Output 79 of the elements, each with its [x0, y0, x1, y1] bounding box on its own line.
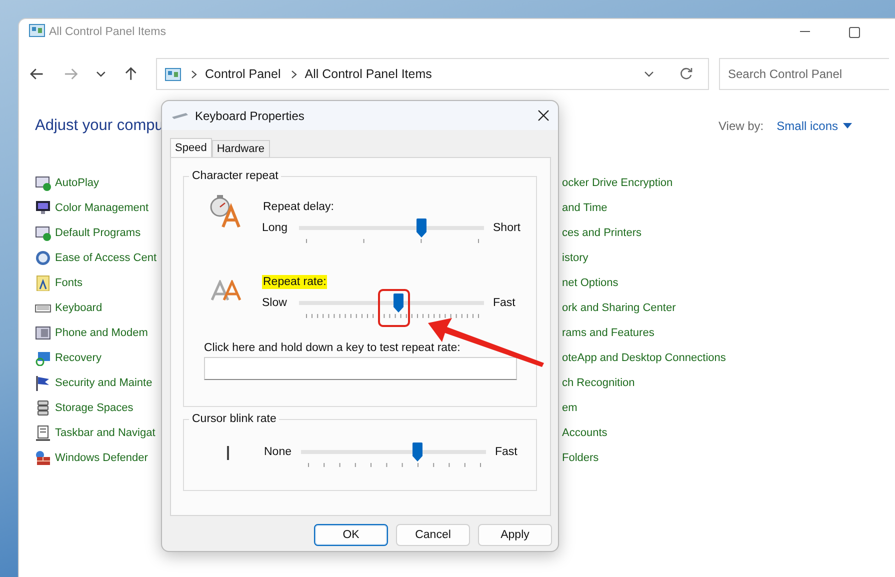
applet-link[interactable]: Accounts [562, 426, 608, 438]
applet-link[interactable]: Folders [562, 452, 599, 464]
text-cursor-icon [226, 446, 230, 460]
applet-link[interactable]: Security and Mainte [55, 376, 152, 388]
view-by-dropdown[interactable]: Small icons [776, 119, 852, 133]
applet-link[interactable]: net Options [562, 276, 618, 288]
monitor-icon [35, 350, 51, 366]
drive-stack-icon [35, 400, 51, 416]
control-panel-icon [165, 66, 181, 82]
maximize-icon[interactable] [849, 26, 860, 38]
slider-thumb[interactable] [412, 442, 424, 462]
slider-thumb[interactable] [393, 293, 404, 313]
applet-link[interactable]: oteApp and Desktop Connections [562, 352, 726, 364]
search-field[interactable]: Search Control Panel [719, 58, 889, 90]
setting-label: Repeat delay: [262, 200, 335, 214]
group-title: Character repeat [191, 170, 280, 182]
back-arrow-icon[interactable] [29, 67, 45, 81]
tab[interactable]: Hardware [212, 140, 270, 157]
slider-min-label: Long [262, 221, 289, 235]
address-bar[interactable]: Control Panel All Control Panel Items [156, 58, 709, 90]
setting-label: Repeat rate: [262, 274, 328, 288]
applet-link[interactable]: Phone and Modem [55, 326, 148, 338]
tab[interactable]: Speed [170, 138, 212, 157]
breadcrumb-item[interactable]: Control Panel [205, 67, 281, 81]
close-icon[interactable] [538, 110, 549, 121]
applet-link[interactable]: and Time [562, 202, 608, 214]
applet-link[interactable]: Recovery [55, 352, 102, 364]
control-panel-icon [29, 23, 45, 38]
applet-link[interactable]: Keyboard [55, 302, 102, 314]
window-title: All Control Panel Items [49, 26, 166, 38]
monitor-icon [35, 200, 51, 216]
applet-link[interactable]: Taskbar and Navigat [55, 426, 156, 438]
document-icon [35, 274, 51, 290]
document-icon [35, 424, 51, 440]
applet-link[interactable]: em [562, 402, 578, 414]
slider-max-label: Fast [495, 445, 518, 459]
view-by-label: View by: [718, 119, 764, 133]
chevron-down-icon[interactable] [644, 70, 654, 78]
applet-link[interactable]: Fonts [55, 276, 83, 288]
refresh-icon[interactable] [679, 67, 693, 81]
slider-thumb[interactable] [416, 218, 427, 238]
applet-link[interactable]: rams and Features [562, 326, 654, 338]
dialog-title: Keyboard Properties [195, 108, 304, 122]
circle-icon [35, 250, 51, 266]
applet-link[interactable]: Ease of Access Cent [55, 252, 156, 264]
applet-link[interactable]: Color Management [55, 202, 149, 214]
applet-link[interactable]: ces and Printers [562, 226, 642, 238]
window-icon [35, 174, 51, 190]
applet-link[interactable]: Storage Spaces [55, 402, 134, 414]
applet-link[interactable]: ork and Sharing Center [562, 302, 676, 314]
applet-link[interactable]: ocker Drive Encryption [562, 176, 673, 188]
chevron-right-icon [191, 70, 197, 78]
group-title: Cursor blink rate [191, 413, 278, 425]
stopwatch-icon [209, 195, 243, 229]
applet-link[interactable]: ch Recognition [562, 376, 635, 388]
keyboard-icon [171, 112, 189, 120]
ok-button[interactable]: OK [314, 524, 388, 546]
brick-wall-icon [35, 450, 51, 466]
slider-min-label: Slow [262, 296, 288, 310]
breadcrumb-item[interactable]: All Control Panel Items [304, 67, 432, 81]
up-arrow-icon[interactable] [124, 66, 138, 82]
minimize-icon[interactable] [800, 31, 810, 33]
chevron-right-icon [290, 70, 297, 78]
dialog-button[interactable]: Apply [478, 524, 552, 546]
caret-down-icon [843, 123, 852, 129]
window-icon [35, 224, 51, 240]
slider-min-label: None [264, 445, 292, 459]
applet-link[interactable]: Windows Defender [55, 452, 148, 464]
dialog-button[interactable]: Cancel [396, 524, 470, 546]
chevron-down-icon[interactable] [96, 70, 106, 78]
applet-link[interactable]: istory [562, 252, 588, 264]
slider-max-label: Short [493, 221, 520, 235]
slider-max-label: Fast [493, 296, 516, 310]
letters-icon [211, 280, 241, 302]
test-label: Click here and hold down a key to test repeat rate: [204, 342, 462, 354]
applet-link[interactable]: AutoPlay [55, 176, 100, 188]
flag-icon [35, 374, 51, 390]
test-input-field[interactable] [204, 357, 517, 380]
applet-link[interactable]: Default Programs [55, 226, 141, 238]
